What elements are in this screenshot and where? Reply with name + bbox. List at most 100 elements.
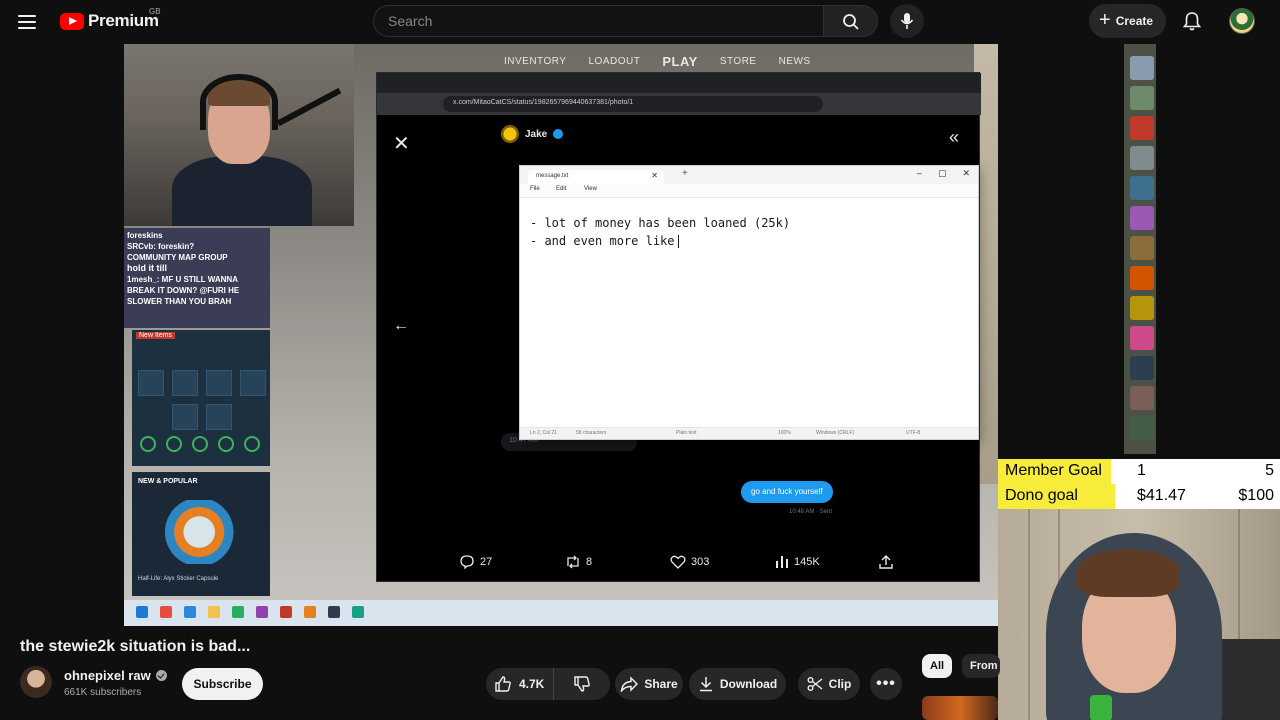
status-encoding: UTF-8 bbox=[906, 430, 921, 436]
reply-count: 27 bbox=[480, 556, 493, 568]
chat-line: 1mesh_: MF U STILL WANNA bbox=[127, 275, 238, 284]
tweet-author: Jake bbox=[501, 125, 564, 143]
app-icon bbox=[304, 606, 316, 618]
video-title: the stewie2k situation is bad... bbox=[20, 638, 251, 655]
emote-icon bbox=[1130, 116, 1154, 140]
member-goal-current: 1 bbox=[1137, 462, 1146, 479]
chrome-icon bbox=[160, 606, 172, 618]
voice-search-button[interactable] bbox=[890, 4, 924, 38]
minimize-icon: – bbox=[916, 168, 922, 178]
close-icon: ✕ bbox=[393, 133, 410, 155]
clip-button[interactable]: Clip bbox=[798, 668, 860, 700]
game-inventory-panel: New Items bbox=[132, 330, 270, 466]
emote-icon bbox=[1130, 326, 1154, 350]
inventory-item bbox=[138, 370, 164, 396]
member-goal-label: Member Goal bbox=[1005, 462, 1102, 479]
dislike-button[interactable] bbox=[554, 668, 610, 700]
chip-from-channel[interactable]: From bbox=[962, 654, 1000, 678]
inventory-item bbox=[206, 404, 232, 430]
emote-icon bbox=[1130, 356, 1154, 380]
subscriber-count: 661K subscribers bbox=[64, 687, 142, 698]
search-input[interactable] bbox=[388, 13, 808, 29]
game-top-nav: INVENTORY LOADOUT PLAY STORE NEWS bbox=[504, 54, 811, 69]
thumbs-down-icon bbox=[574, 676, 590, 692]
hamburger-menu-icon[interactable] bbox=[18, 10, 42, 34]
inventory-item bbox=[240, 370, 266, 396]
browser-window: x.com/MitaoCatCS/status/1982657969440637… bbox=[376, 72, 981, 582]
game-nav-store: STORE bbox=[719, 56, 757, 67]
notepad-line: - lot of money has been loaned (25k) bbox=[530, 216, 791, 230]
microphone-icon bbox=[900, 13, 914, 29]
game-nav-inventory: INVENTORY bbox=[504, 56, 567, 67]
related-video-thumbnail[interactable] bbox=[922, 696, 998, 720]
chip-all[interactable]: All bbox=[922, 654, 953, 678]
notepad-statusbar: Ln 2, Col 21 58 characters Plain text 10… bbox=[520, 427, 978, 439]
youtube-play-icon bbox=[60, 12, 84, 30]
like-count: 303 bbox=[691, 556, 710, 568]
more-horizontal-icon: ••• bbox=[876, 675, 896, 692]
spotify-icon bbox=[232, 606, 244, 618]
headset-icon bbox=[200, 74, 278, 130]
game-nav-news: NEWS bbox=[778, 56, 811, 67]
discord-icon bbox=[256, 606, 268, 618]
author-avatar bbox=[501, 125, 519, 143]
folder-icon bbox=[208, 606, 220, 618]
chat-line: SRCvb: foreskin? bbox=[127, 242, 195, 251]
status-eol: Windows (CRLF) bbox=[816, 430, 855, 436]
share-action bbox=[879, 555, 893, 569]
sticker-capsule-image bbox=[156, 500, 252, 564]
more-actions-button[interactable]: ••• bbox=[870, 668, 902, 700]
emote-icon bbox=[1130, 386, 1154, 410]
new-tab-icon: + bbox=[682, 168, 688, 179]
reply-icon bbox=[460, 555, 474, 569]
dono-goal-label: Dono goal bbox=[1005, 487, 1078, 504]
status-format: Plain text bbox=[676, 430, 697, 436]
streamer-body bbox=[172, 156, 312, 226]
search-button[interactable] bbox=[823, 5, 878, 37]
emote-icon bbox=[1130, 146, 1154, 170]
chat-line: COMMUNITY MAP GROUP bbox=[127, 253, 228, 262]
create-button[interactable]: + Create bbox=[1089, 4, 1166, 38]
download-button[interactable]: Download bbox=[689, 668, 786, 700]
repost-action: 8 bbox=[565, 555, 592, 569]
inventory-item bbox=[206, 370, 232, 396]
upload-share-icon bbox=[879, 555, 893, 569]
new-popular-tag: NEW & POPULAR bbox=[138, 478, 198, 485]
emote-icon bbox=[1130, 86, 1154, 110]
youtube-premium-logo[interactable]: Premium bbox=[60, 11, 159, 31]
channel-name: ohnepixel raw bbox=[64, 668, 151, 683]
notifications-button[interactable] bbox=[1181, 10, 1203, 37]
share-label: Share bbox=[644, 677, 678, 691]
stream-goals: Member Goal 1 5 Dono goal $41.47 $100 bbox=[998, 459, 1280, 509]
thumbs-up-icon bbox=[495, 676, 511, 692]
user-avatar[interactable] bbox=[1229, 8, 1255, 34]
like-button[interactable]: 4.7K bbox=[486, 668, 554, 700]
channel-avatar[interactable] bbox=[20, 666, 52, 698]
chat-line: SLOWER THAN YOU BRAH bbox=[127, 297, 232, 306]
channel-name-link[interactable]: ohnepixel raw bbox=[64, 668, 167, 683]
emote-icon bbox=[1130, 176, 1154, 200]
emote-icon bbox=[1130, 416, 1154, 440]
member-goal-target: 5 bbox=[1265, 462, 1274, 479]
new-items-tag: New Items bbox=[136, 332, 176, 339]
video-player[interactable]: INVENTORY LOADOUT PLAY STORE NEWS foresk… bbox=[124, 44, 998, 626]
back-arrow-icon: ← bbox=[393, 317, 409, 334]
sticker-capsule-panel: NEW & POPULAR Half-Life: Alyx Sticker Ca… bbox=[132, 472, 270, 596]
download-icon bbox=[699, 677, 712, 692]
inventory-item bbox=[172, 404, 198, 430]
tweet-action-bar: 27 8 303 145K bbox=[377, 551, 981, 575]
notepad-menubar: File Edit View bbox=[520, 184, 978, 198]
create-label: Create bbox=[1115, 14, 1154, 28]
subscribe-button[interactable]: Subscribe bbox=[182, 668, 263, 700]
dono-goal-row: Dono goal $41.47 $100 bbox=[998, 484, 1280, 509]
windows-start-icon bbox=[136, 606, 148, 618]
hair bbox=[1076, 549, 1180, 597]
views-chart-icon bbox=[776, 556, 788, 568]
share-button[interactable]: Share bbox=[615, 668, 683, 700]
top-bar: Premium GB + Create bbox=[0, 0, 1280, 44]
status-position: Ln 2, Col 21 bbox=[530, 430, 557, 436]
close-window-icon: ✕ bbox=[962, 168, 970, 178]
pass-ring-icon bbox=[140, 436, 156, 452]
region-code: GB bbox=[149, 7, 161, 16]
text-caret bbox=[677, 235, 679, 248]
